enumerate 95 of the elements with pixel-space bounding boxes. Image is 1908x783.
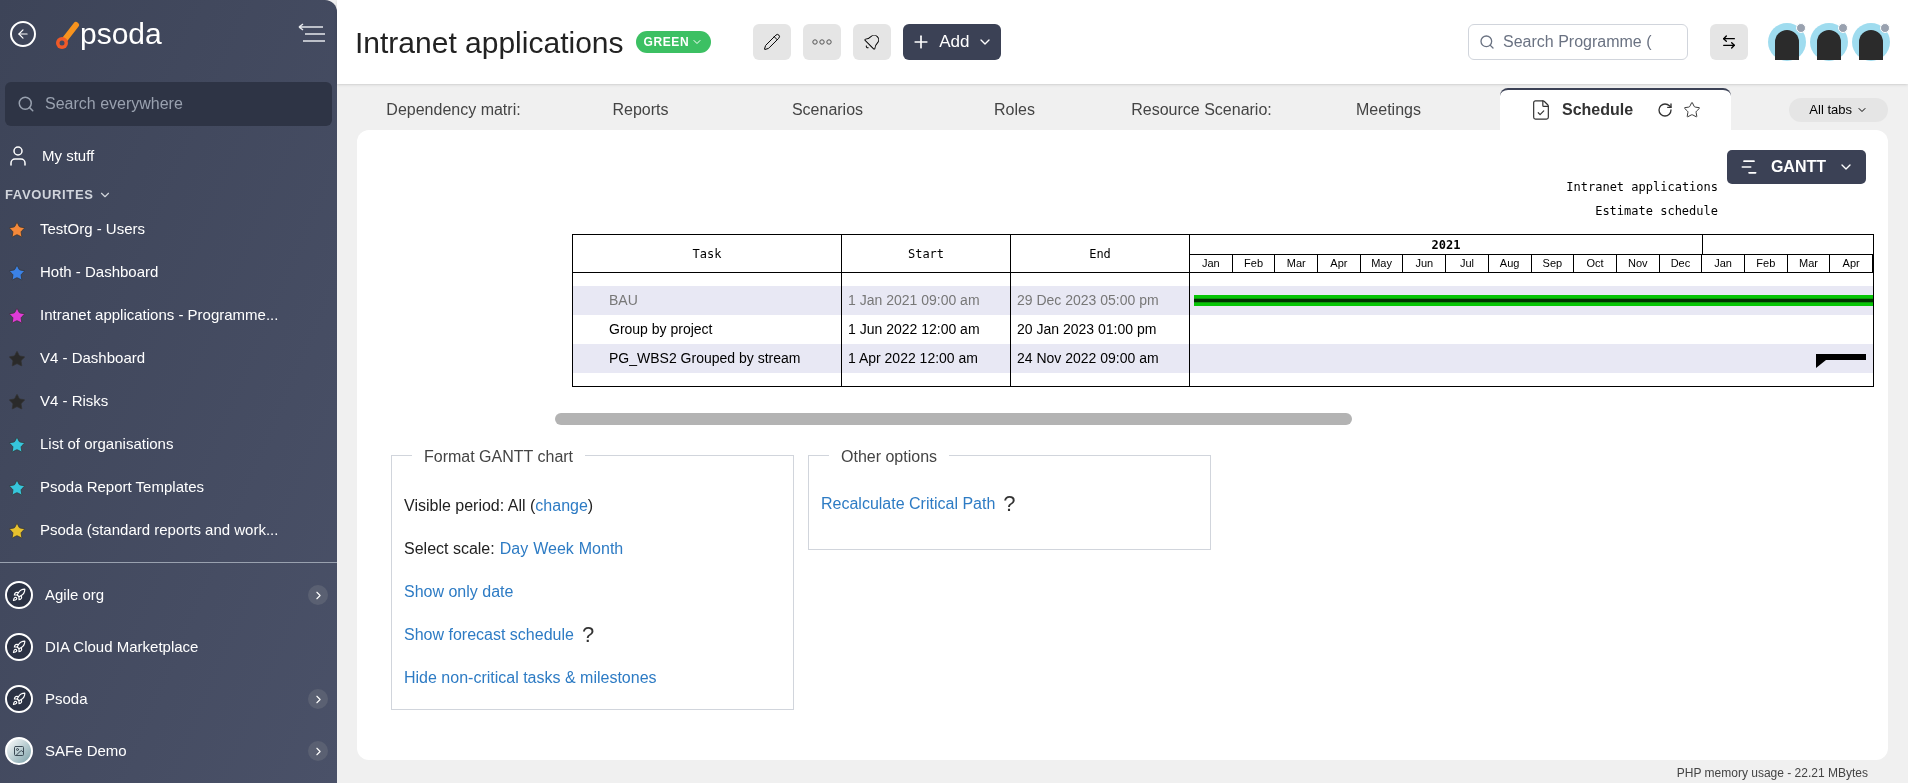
table-cell: BAU: [573, 286, 841, 315]
scale-link[interactable]: Week: [533, 537, 574, 561]
favourite-item[interactable]: List of organisations: [0, 423, 337, 466]
rocket-icon: [5, 633, 33, 661]
page-title: Intranet applications: [355, 24, 624, 61]
visible-period-text: Visible period: All (change): [404, 496, 595, 516]
column-header: Task: [573, 235, 841, 273]
workspace-item[interactable]: Psoda: [0, 673, 337, 725]
rocket-icon: [5, 581, 33, 609]
month-header: Mar: [1787, 255, 1831, 272]
add-button[interactable]: Add: [903, 24, 1002, 60]
column-header: End: [1011, 235, 1189, 273]
tab[interactable]: Scenarios: [734, 90, 921, 130]
tab[interactable]: Schedule: [1500, 88, 1732, 130]
change-link[interactable]: change: [535, 497, 588, 514]
month-header: Sep: [1531, 255, 1575, 272]
favourites-heading: FAVOURITES: [5, 186, 94, 205]
favourite-item[interactable]: Intranet applications - Programme...: [0, 294, 337, 337]
search-icon: [1479, 34, 1495, 50]
option-link[interactable]: Recalculate Critical Path: [821, 492, 996, 516]
column-header: Start: [842, 235, 1010, 273]
tab[interactable]: Dependency matri:: [360, 90, 547, 130]
favourite-item[interactable]: Psoda (standard reports and work...: [0, 509, 337, 552]
logo-text: psoda: [80, 19, 162, 49]
expand-button[interactable]: [308, 741, 328, 761]
help-mark[interactable]: ?: [581, 624, 595, 646]
footer-text: PHP memory usage - 22.21 MBytes: [1676, 765, 1868, 782]
table-cell: 1 Jan 2021 09:00 am: [842, 286, 1010, 315]
refresh-icon[interactable]: [1657, 102, 1674, 118]
year-header: 2021: [1190, 235, 1703, 254]
sidebar-item[interactable]: My stuff: [0, 138, 337, 174]
all-tabs-button[interactable]: All tabs: [1789, 98, 1888, 122]
favourite-item[interactable]: V4 - Dashboard: [0, 337, 337, 380]
back-button[interactable]: [10, 21, 36, 47]
schedule-icon: [1530, 99, 1552, 121]
chart-title: Estimate schedule: [1595, 203, 1718, 220]
dots-icon: [812, 39, 833, 45]
table-cell: 1 Apr 2022 12:00 am: [842, 344, 1010, 373]
expand-button[interactable]: [308, 689, 328, 709]
gantt-button[interactable]: GANTT: [1726, 150, 1866, 184]
image-icon: [5, 737, 33, 765]
favourite-item[interactable]: V4 - Risks: [0, 380, 337, 423]
tab[interactable]: Reports: [547, 90, 734, 130]
month-header: Feb: [1232, 255, 1276, 272]
chart-title: Intranet applications: [1566, 179, 1718, 196]
option-link[interactable]: Show only date: [404, 580, 514, 604]
month-header: May: [1360, 255, 1404, 272]
month-header: Feb: [1744, 255, 1788, 272]
menu-icon[interactable]: [297, 23, 327, 45]
pencil-icon: [763, 33, 782, 51]
avatar[interactable]: [1768, 23, 1806, 61]
help-mark[interactable]: ?: [1003, 493, 1016, 515]
scale-link[interactable]: Month: [578, 537, 624, 561]
table-cell: 29 Dec 2023 05:00 pm: [1011, 286, 1189, 315]
notify-button[interactable]: [853, 24, 892, 60]
table-cell: PG_WBS2 Grouped by stream: [573, 344, 841, 373]
search-field[interactable]: Search Programme (: [1468, 24, 1688, 60]
month-header: Jan: [1702, 255, 1745, 272]
tab[interactable]: Meetings: [1295, 90, 1482, 130]
avatar[interactable]: [1852, 23, 1890, 61]
favourite-item[interactable]: Psoda Report Templates: [0, 466, 337, 509]
month-header: Nov: [1616, 255, 1660, 272]
workspace-item[interactable]: Agile org: [0, 569, 337, 621]
summary-bar: [1816, 354, 1867, 368]
tab[interactable]: Resource Scenario:: [1108, 90, 1295, 130]
edit-button[interactable]: [753, 24, 792, 60]
tab[interactable]: Roles: [921, 90, 1108, 130]
month-header: Apr: [1830, 255, 1873, 272]
option-link[interactable]: Hide non-critical tasks & milestones: [404, 666, 657, 690]
month-header: Jul: [1446, 255, 1489, 272]
more-button[interactable]: [803, 24, 842, 60]
month-header: Mar: [1275, 255, 1319, 272]
workspace-item[interactable]: SAFe Demo: [0, 725, 337, 777]
month-header: Jun: [1403, 255, 1447, 272]
expand-button[interactable]: [308, 585, 328, 605]
rocket-icon: [5, 685, 33, 713]
month-header: Aug: [1488, 255, 1532, 272]
scale-label: Select scale:: [404, 539, 495, 559]
option-link[interactable]: Show forecast schedule: [404, 623, 574, 647]
favourite-item[interactable]: Hoth - Dashboard: [0, 251, 337, 294]
search-field[interactable]: Search everywhere: [5, 82, 332, 126]
table-cell: 24 Nov 2022 09:00 am: [1011, 344, 1189, 373]
month-header: Dec: [1659, 255, 1703, 272]
search-icon: [17, 95, 35, 113]
arrows-icon: [1721, 34, 1737, 50]
star-icon[interactable]: [1683, 101, 1702, 119]
workspace-item[interactable]: DIA Cloud Marketplace: [0, 621, 337, 673]
scrollbar[interactable]: [555, 413, 1352, 425]
favourite-item[interactable]: TestOrg - Users: [0, 208, 337, 251]
month-header: Apr: [1318, 255, 1361, 272]
switch-button[interactable]: [1710, 24, 1748, 60]
month-header: Oct: [1574, 255, 1617, 272]
month-header: Jan: [1190, 255, 1233, 272]
avatar[interactable]: [1810, 23, 1848, 61]
scale-link[interactable]: Day: [499, 537, 529, 561]
